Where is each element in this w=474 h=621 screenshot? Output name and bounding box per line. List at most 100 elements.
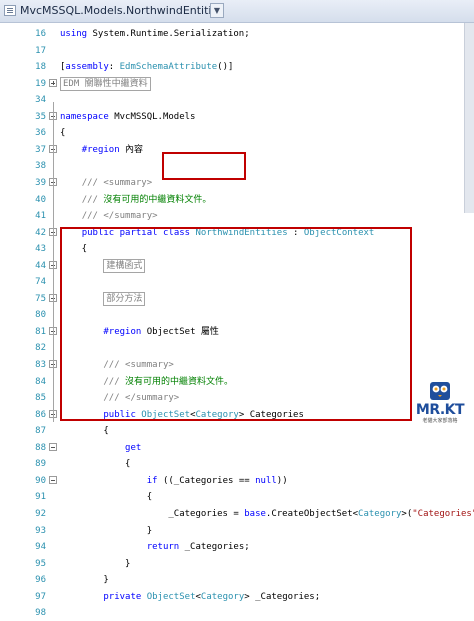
- line-number: 16: [35, 29, 46, 39]
- code-text: return _Categories;: [60, 539, 250, 555]
- code-line[interactable]: 18 [assembly: EdmSchemaAttribute()]: [0, 59, 474, 75]
- logo-name: MR.KT: [415, 402, 465, 418]
- code-text: {: [60, 423, 108, 439]
- code-token: null: [255, 476, 277, 486]
- code-line[interactable]: 34: [0, 92, 474, 108]
- code-line[interactable]: 89 {: [0, 456, 474, 472]
- line-number: 98: [35, 608, 46, 618]
- line-number: 75: [35, 294, 46, 304]
- code-token: {: [60, 128, 66, 138]
- code-token: EdmSchemaAttribute: [119, 62, 218, 72]
- code-token: }: [60, 575, 109, 585]
- code-token: base: [244, 509, 266, 519]
- code-line[interactable]: 88 get: [0, 440, 474, 456]
- code-token: .CreateObjectSet<: [265, 509, 359, 519]
- watermark-logo: MR.KT 老貓大家部落格: [414, 378, 466, 428]
- code-line[interactable]: 98: [0, 605, 474, 621]
- code-line[interactable]: 92 _Categories = base.CreateObjectSet<Ca…: [0, 506, 474, 522]
- line-number: 87: [35, 426, 46, 436]
- code-text: _Categories = base.CreateObjectSet<Categ…: [60, 506, 474, 522]
- code-token: :: [108, 62, 120, 72]
- line-number: 39: [35, 178, 46, 188]
- code-token: {: [60, 492, 153, 502]
- code-token: using: [60, 29, 88, 39]
- objectset-region-highlight: [60, 227, 412, 421]
- line-number: 83: [35, 360, 46, 370]
- code-text: get: [60, 440, 141, 456]
- class-name-highlight: [162, 152, 246, 180]
- code-line[interactable]: 94 return _Categories;: [0, 539, 474, 555]
- code-line[interactable]: 91 {: [0, 489, 474, 505]
- line-number: 44: [35, 261, 46, 271]
- code-token: >(: [401, 509, 413, 519]
- code-line[interactable]: 97 private ObjectSet<Category> _Categori…: [0, 589, 474, 605]
- code-line[interactable]: 17: [0, 43, 474, 59]
- line-number: 88: [35, 443, 46, 453]
- code-editor-window: MvcMSSQL.Models.NorthwindEntities ▼ 16 us…: [0, 0, 474, 618]
- code-line[interactable]: 35 namespace MvcMSSQL.Models: [0, 109, 474, 125]
- line-number: 94: [35, 542, 46, 552]
- code-token: ///: [81, 195, 98, 205]
- code-text: /// 沒有可用的中繼資料文件。: [60, 192, 212, 208]
- code-line[interactable]: 36 {: [0, 125, 474, 141]
- code-token: "Categories": [412, 509, 474, 519]
- line-number: 42: [35, 228, 46, 238]
- code-token: System.Runtime.Serialization;: [87, 29, 250, 39]
- code-line[interactable]: 87 {: [0, 423, 474, 439]
- type-dropdown-label[interactable]: MvcMSSQL.Models.NorthwindEntities: [20, 4, 224, 18]
- line-number: 43: [35, 244, 46, 254]
- line-number: 41: [35, 211, 46, 221]
- code-token: assembly: [65, 62, 109, 72]
- code-line[interactable]: 96 }: [0, 572, 474, 588]
- code-line[interactable]: 40 /// 沒有可用的中繼資料文件。: [0, 192, 474, 208]
- code-line[interactable]: 93 }: [0, 523, 474, 539]
- line-number: 86: [35, 410, 46, 420]
- code-text: }: [60, 556, 130, 572]
- code-text: {: [60, 489, 152, 505]
- line-number: 85: [35, 393, 46, 403]
- code-line[interactable]: 95 }: [0, 556, 474, 572]
- line-number: 92: [35, 509, 46, 519]
- code-line[interactable]: 41 /// </summary>: [0, 208, 474, 224]
- line-number: 37: [35, 145, 46, 155]
- outline-guide: [53, 102, 54, 422]
- collapse-icon[interactable]: [49, 476, 57, 484]
- line-number: 93: [35, 526, 46, 536]
- code-line[interactable]: 16 using System.Runtime.Serialization;: [0, 26, 474, 42]
- dropdown-arrow-icon[interactable]: ▼: [210, 3, 224, 18]
- code-token: {: [60, 459, 131, 469]
- code-token: }: [60, 526, 153, 536]
- line-number: 95: [35, 559, 46, 569]
- code-text: EDM 關聯性中繼資料: [60, 76, 151, 92]
- code-line[interactable]: 19 EDM 關聯性中繼資料: [0, 76, 474, 92]
- collapse-icon[interactable]: [49, 443, 57, 451]
- collapsed-region[interactable]: EDM 關聯性中繼資料: [60, 77, 151, 91]
- line-number: 84: [35, 377, 46, 387]
- code-token: ()]: [217, 62, 234, 72]
- expand-icon[interactable]: [49, 79, 57, 87]
- navigation-bar: MvcMSSQL.Models.NorthwindEntities ▼: [0, 0, 474, 23]
- code-line[interactable]: 90 if ((_Categories == null)): [0, 473, 474, 489]
- line-number: 91: [35, 492, 46, 502]
- code-token: Category: [200, 592, 245, 602]
- line-number: 74: [35, 277, 46, 287]
- code-token: /// </summary>: [81, 211, 158, 221]
- line-number: 97: [35, 592, 46, 602]
- code-token: MvcMSSQL.Models: [108, 112, 196, 122]
- line-number: 96: [35, 575, 46, 585]
- line-number: 82: [35, 343, 46, 353]
- code-token: 沒有可用的中繼資料文件。: [97, 195, 212, 205]
- line-number: 81: [35, 327, 46, 337]
- line-number: 17: [35, 46, 46, 56]
- code-text: namespace MvcMSSQL.Models: [60, 109, 195, 125]
- code-token: )): [276, 476, 288, 486]
- code-text: }: [60, 523, 152, 539]
- code-text: /// </summary>: [60, 208, 158, 224]
- code-token: namespace: [60, 112, 109, 122]
- line-number: 80: [35, 310, 46, 320]
- code-token: private: [103, 592, 142, 602]
- code-token: if: [146, 476, 158, 486]
